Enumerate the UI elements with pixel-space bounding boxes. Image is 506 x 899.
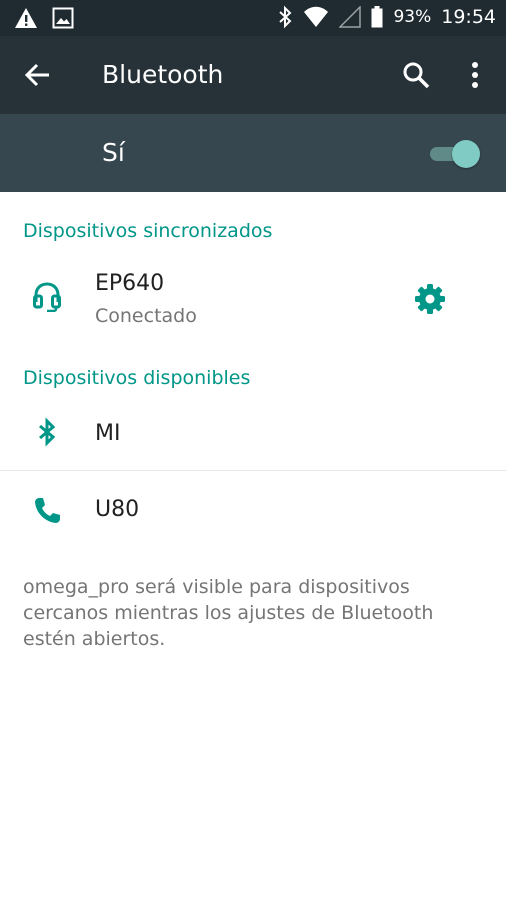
visibility-notice: omega_pro será visible para dispositivos… (23, 576, 434, 650)
paired-device-row[interactable]: EP640 Conectado (0, 264, 506, 340)
bluetooth-icon (279, 5, 292, 29)
device-list: Dispositivos sincronizados EP640 Conecta… (0, 192, 506, 899)
device-status: Conectado (95, 305, 197, 327)
more-vert-icon[interactable] (466, 60, 484, 90)
available-devices-header: Dispositivos disponibles (23, 367, 251, 389)
signal-icon (339, 6, 362, 28)
available-device-row[interactable]: U80 (0, 471, 506, 549)
wifi-icon (304, 6, 329, 27)
search-icon[interactable] (401, 60, 431, 90)
page-title: Bluetooth (102, 60, 224, 89)
bluetooth-switch-bar[interactable]: Sí (0, 114, 506, 192)
status-notifications (14, 7, 74, 29)
device-name: MI (95, 421, 121, 446)
warning-icon (15, 8, 37, 28)
device-name: EP640 (95, 271, 165, 296)
available-device-row[interactable]: MI (0, 400, 506, 470)
back-arrow-icon[interactable] (24, 61, 52, 89)
battery-icon (371, 6, 383, 28)
bluetooth-toggle[interactable] (430, 140, 482, 168)
gear-icon[interactable] (414, 283, 446, 315)
switch-label: Sí (102, 138, 125, 167)
device-name: U80 (95, 497, 140, 522)
image-icon (52, 7, 74, 29)
battery-percent: 93% (393, 7, 432, 27)
app-bar: Bluetooth (0, 36, 506, 114)
phone-icon (35, 498, 60, 523)
paired-devices-header: Dispositivos sincronizados (23, 220, 273, 242)
bluetooth-icon (39, 417, 56, 447)
headset-icon (33, 282, 61, 312)
clock: 19:54 (441, 6, 496, 28)
status-bar: 93% 19:54 (0, 0, 506, 36)
toggle-thumb (452, 140, 480, 168)
status-indicators: 93% 19:54 (277, 5, 496, 29)
